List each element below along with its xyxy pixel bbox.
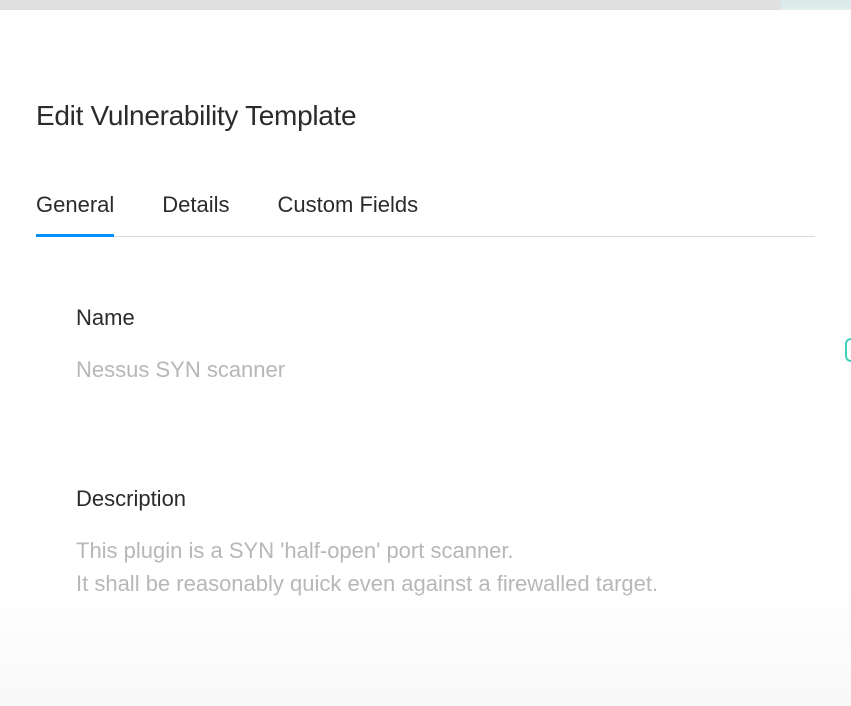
- window-top-bar: [0, 0, 851, 10]
- name-input[interactable]: Nessus SYN scanner: [76, 353, 775, 386]
- form-section: Name Nessus SYN scanner Description This…: [36, 237, 815, 640]
- description-input[interactable]: This plugin is a SYN 'half-open' port sc…: [76, 534, 775, 600]
- tab-details[interactable]: Details: [162, 192, 229, 236]
- description-line-2: It shall be reasonably quick even agains…: [76, 567, 775, 600]
- name-label: Name: [76, 305, 775, 331]
- name-card: Name Nessus SYN scanner: [76, 285, 775, 426]
- description-card: Description This plugin is a SYN 'half-o…: [76, 456, 775, 640]
- page-title: Edit Vulnerability Template: [36, 10, 815, 192]
- tab-custom-fields[interactable]: Custom Fields: [278, 192, 419, 236]
- side-indicator: [845, 338, 851, 362]
- description-label: Description: [76, 486, 775, 512]
- tab-general[interactable]: General: [36, 192, 114, 236]
- description-line-1: This plugin is a SYN 'half-open' port sc…: [76, 534, 775, 567]
- tabs-bar: General Details Custom Fields: [36, 192, 815, 237]
- page-container: Edit Vulnerability Template General Deta…: [0, 10, 851, 706]
